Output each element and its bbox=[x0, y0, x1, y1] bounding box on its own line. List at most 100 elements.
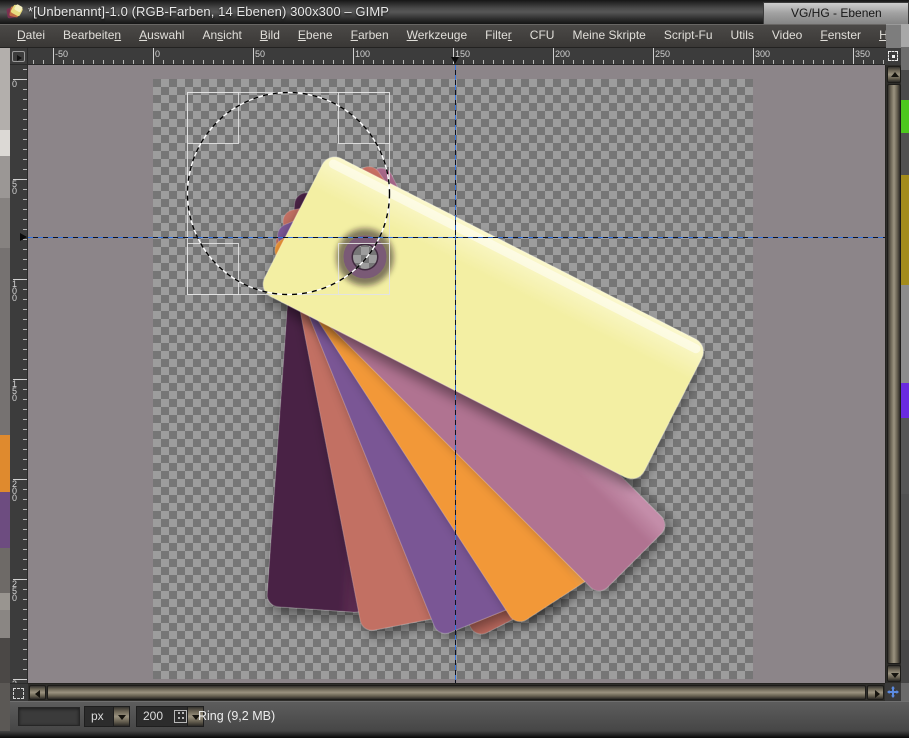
menu-utils[interactable]: Utils bbox=[722, 25, 763, 47]
menu-filter[interactable]: Filter bbox=[476, 25, 521, 47]
window-sliver-segment bbox=[0, 48, 10, 130]
horizontal-guide[interactable] bbox=[28, 237, 885, 238]
unit-select[interactable]: px bbox=[84, 706, 130, 727]
menu-ansicht[interactable]: Ansicht bbox=[193, 25, 250, 47]
window-sliver-segment bbox=[901, 418, 909, 494]
h-ruler-label: 150 bbox=[455, 49, 470, 59]
horizontal-scrollbar[interactable] bbox=[28, 683, 885, 701]
h-ruler-label: -50 bbox=[55, 49, 68, 59]
window-bottom-edge[interactable] bbox=[0, 731, 909, 738]
v-ruler-label: 1 5 0 bbox=[12, 381, 21, 402]
window-sliver-segment bbox=[901, 285, 909, 383]
vertical-scrollbar[interactable] bbox=[885, 65, 901, 683]
toolbox-window-sliver bbox=[0, 48, 10, 731]
menu-bearbeiten[interactable]: Bearbeiten bbox=[54, 25, 130, 47]
zoom-preview-icon bbox=[174, 710, 187, 723]
v-ruler-label: 2 0 0 bbox=[12, 481, 21, 502]
app-icon bbox=[6, 4, 23, 19]
window-sliver-segment bbox=[901, 47, 909, 70]
scroll-down-button[interactable] bbox=[887, 665, 901, 682]
right-arrow-icon bbox=[875, 690, 880, 698]
window-sliver-segment bbox=[0, 610, 10, 638]
window-sliver-segment bbox=[901, 383, 909, 418]
play-triangle-icon bbox=[17, 55, 22, 61]
window-sliver-segment bbox=[901, 70, 909, 100]
window-sliver-segment bbox=[901, 100, 909, 133]
window-sliver-segment bbox=[901, 640, 909, 683]
window-sliver-segment bbox=[0, 248, 10, 435]
menu-auswahl[interactable]: Auswahl bbox=[130, 25, 193, 47]
h-ruler-label: 250 bbox=[655, 49, 670, 59]
unit-dropdown-button[interactable] bbox=[113, 707, 129, 726]
h-ruler-label: 0 bbox=[155, 49, 160, 59]
quick-mask-icon bbox=[13, 688, 24, 699]
window-sliver-segment bbox=[0, 492, 10, 548]
scroll-up-button[interactable] bbox=[887, 66, 901, 83]
v-ruler-label: 0 bbox=[12, 81, 21, 88]
v-ruler-pointer-marker bbox=[20, 233, 27, 241]
menu-script-fu[interactable]: Script-Fu bbox=[655, 25, 722, 47]
window-sliver-segment bbox=[0, 130, 10, 156]
statusbar: px 200 Ring (9,2 MB) bbox=[10, 701, 909, 731]
canvas-image[interactable] bbox=[153, 79, 753, 679]
menu-datei[interactable]: Datei bbox=[8, 25, 54, 47]
window-sliver-segment bbox=[0, 435, 10, 492]
navigation-cross-icon bbox=[887, 686, 899, 698]
h-ruler-label: 300 bbox=[755, 49, 770, 59]
menu-bild[interactable]: Bild bbox=[251, 25, 289, 47]
menu-fenster[interactable]: Fenster bbox=[811, 25, 870, 47]
status-message: Ring (9,2 MB) bbox=[198, 709, 275, 723]
ruler-corner-button-frame bbox=[12, 51, 25, 62]
window-sliver-segment bbox=[901, 494, 909, 640]
h-ruler-label: 50 bbox=[255, 49, 265, 59]
scroll-right-button[interactable] bbox=[867, 685, 884, 700]
menu-meine-skripte[interactable]: Meine Skripte bbox=[563, 25, 654, 47]
center-dot-icon bbox=[892, 55, 895, 58]
window-sliver-segment bbox=[901, 24, 909, 47]
h-ruler-label: 200 bbox=[555, 49, 570, 59]
menu-ebene[interactable]: Ebene bbox=[289, 25, 342, 47]
gimp-window: *[Unbenannt]-1.0 (RGB-Farben, 14 Ebenen)… bbox=[0, 0, 909, 738]
layers-panel-title: VG/HG - Ebenen bbox=[791, 6, 882, 20]
zoom-value: 200 bbox=[137, 707, 174, 726]
vertical-scrollbar-thumb[interactable] bbox=[887, 84, 901, 664]
left-arrow-icon bbox=[35, 690, 40, 698]
dropdown-arrow-icon bbox=[118, 715, 126, 720]
window-sliver-segment bbox=[0, 548, 10, 593]
v-ruler-label: 5 0 bbox=[12, 181, 21, 195]
menu-video[interactable]: Video bbox=[763, 25, 811, 47]
ruler-corner-menu-button[interactable] bbox=[10, 48, 28, 65]
vertical-ruler[interactable]: 05 01 0 01 5 02 0 02 5 03 0 0 bbox=[10, 65, 28, 683]
down-arrow-icon bbox=[891, 673, 899, 678]
window-sliver-segment bbox=[0, 156, 10, 198]
layers-window-sliver bbox=[901, 24, 909, 731]
menu-cfu[interactable]: CFU bbox=[521, 25, 564, 47]
canvas-viewport[interactable] bbox=[28, 65, 885, 683]
menu-werkzeuge[interactable]: Werkzeuge bbox=[398, 25, 476, 47]
horizontal-ruler[interactable]: -50050100150200250300350 bbox=[28, 48, 885, 65]
unit-value: px bbox=[85, 707, 113, 726]
layers-panel-titlebar[interactable]: VG/HG - Ebenen bbox=[763, 2, 909, 25]
navigation-preview-button[interactable] bbox=[885, 683, 901, 701]
menubar: DateiBearbeitenAuswahlAnsichtBildEbeneFa… bbox=[0, 24, 886, 48]
up-arrow-icon bbox=[891, 72, 899, 77]
scroll-left-button[interactable] bbox=[29, 685, 46, 700]
v-ruler-label: 1 0 0 bbox=[12, 281, 21, 302]
window-sliver-segment bbox=[0, 198, 10, 248]
window-sliver-segment bbox=[901, 175, 909, 285]
menu-farben[interactable]: Farben bbox=[342, 25, 398, 47]
zoom-control[interactable]: 200 bbox=[136, 706, 204, 727]
horizontal-scrollbar-thumb[interactable] bbox=[47, 685, 866, 700]
quick-mask-toggle[interactable] bbox=[10, 683, 28, 701]
canvas-resize-toggle[interactable] bbox=[885, 48, 901, 65]
window-title: *[Unbenannt]-1.0 (RGB-Farben, 14 Ebenen)… bbox=[28, 4, 389, 19]
window-sliver-segment bbox=[0, 638, 10, 683]
vertical-guide[interactable] bbox=[455, 65, 456, 683]
window-sliver-segment bbox=[901, 133, 909, 175]
window-sliver-segment bbox=[0, 593, 10, 610]
h-ruler-label: 350 bbox=[855, 49, 870, 59]
window-sliver-segment bbox=[0, 683, 10, 731]
cursor-position-field bbox=[18, 707, 80, 726]
titlebar[interactable]: *[Unbenannt]-1.0 (RGB-Farben, 14 Ebenen)… bbox=[0, 0, 909, 24]
v-ruler-label: 2 5 0 bbox=[12, 581, 21, 602]
